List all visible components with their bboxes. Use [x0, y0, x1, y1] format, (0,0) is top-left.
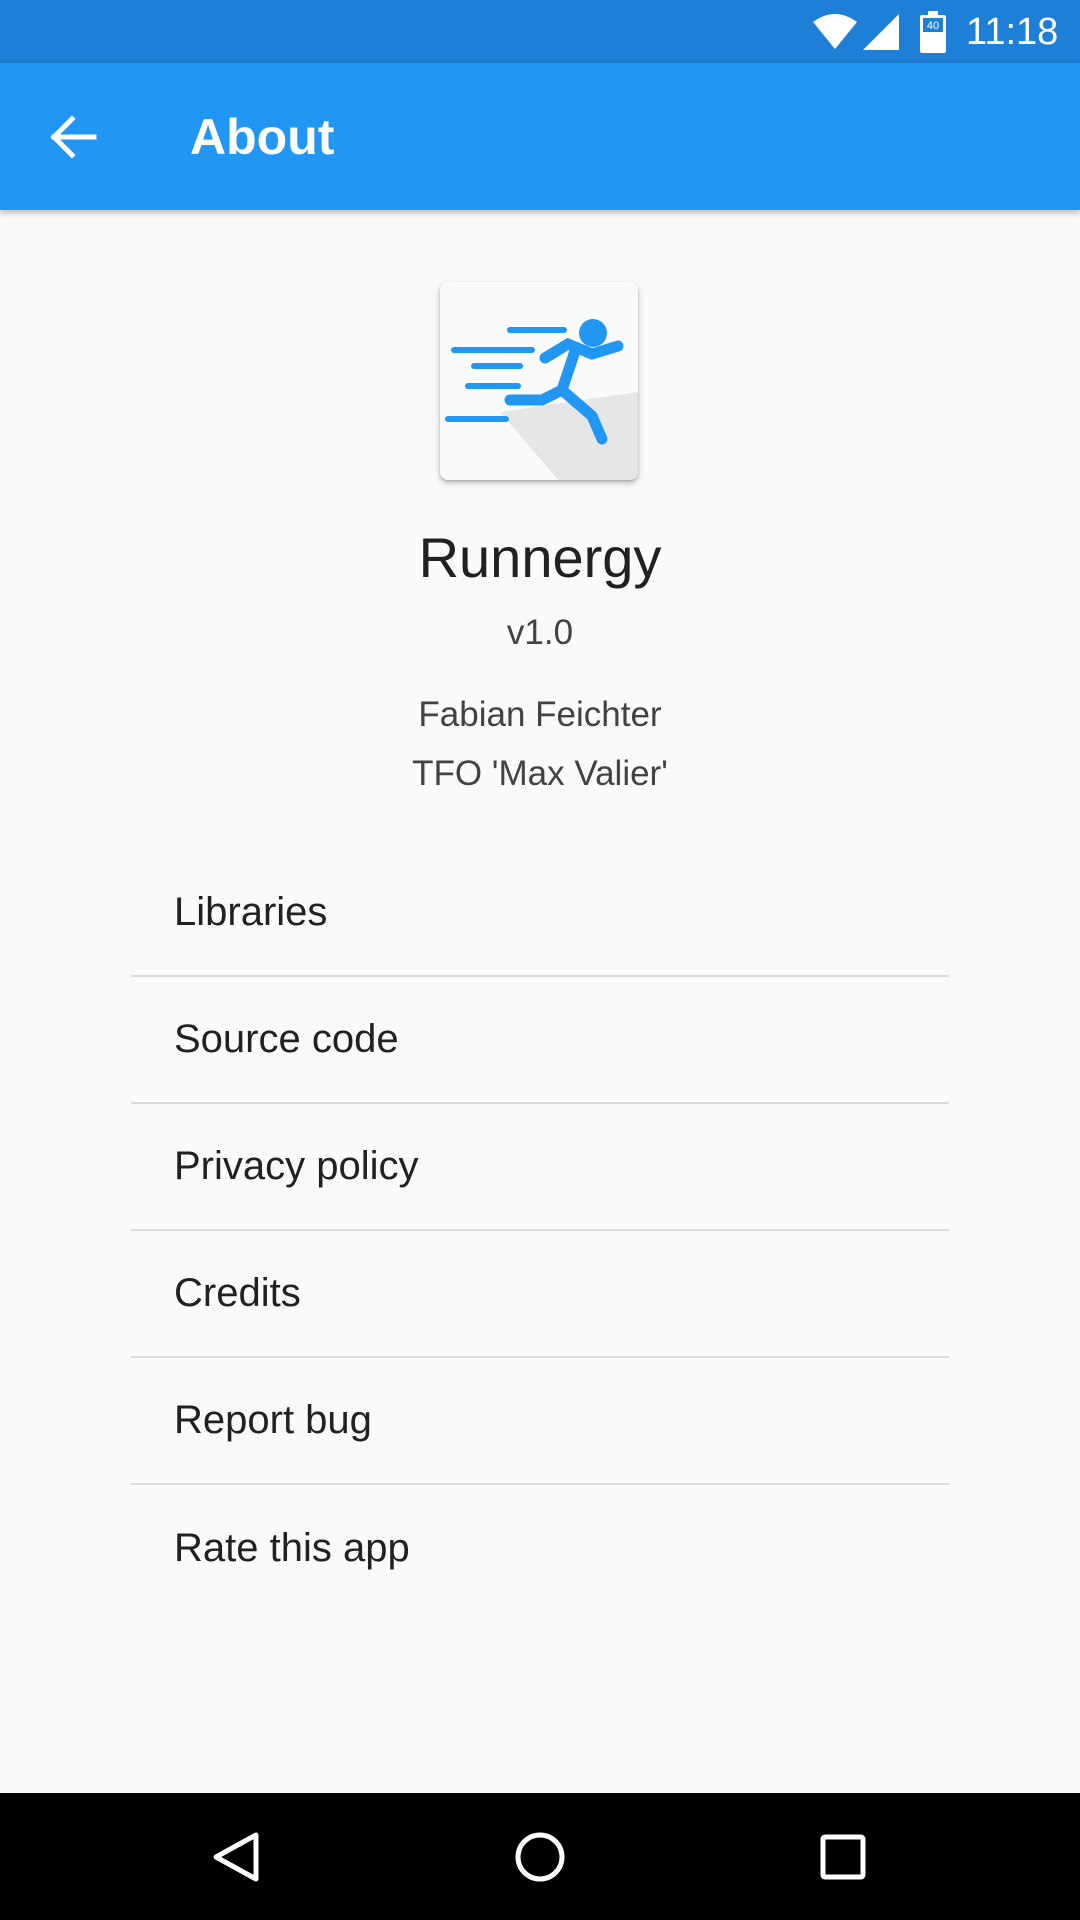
back-button[interactable] — [36, 103, 112, 171]
arrow-back-icon — [50, 115, 97, 159]
organization-name: TFO 'Max Valier' — [412, 754, 668, 793]
app-version: v1.0 — [506, 613, 574, 652]
nav-back-button[interactable] — [196, 1817, 276, 1897]
battery-level: 40 — [927, 20, 939, 32]
cell-signal-icon — [863, 14, 899, 50]
system-nav-bar — [0, 1793, 1080, 1920]
nav-recents-button[interactable] — [803, 1817, 883, 1897]
menu-item-rate-app[interactable]: Rate this app — [131, 1485, 949, 1612]
battery-icon: 40 — [920, 11, 946, 53]
menu-item-report-bug[interactable]: Report bug — [131, 1358, 949, 1485]
app-name: Runnergy — [418, 526, 662, 589]
status-clock: 11:18 — [966, 11, 1059, 53]
about-menu-list: Libraries Source code Privacy policy Cre… — [131, 850, 949, 1612]
nav-home-button[interactable] — [500, 1817, 580, 1897]
status-bar: 40 11:18 — [0, 0, 1080, 63]
menu-item-source-code[interactable]: Source code — [131, 977, 949, 1104]
recents-square-icon — [820, 1834, 866, 1880]
page-title: About — [190, 109, 335, 165]
menu-item-libraries[interactable]: Libraries — [131, 850, 949, 977]
app-icon — [440, 282, 638, 480]
author-name: Fabian Feichter — [418, 695, 662, 734]
running-person-icon — [445, 319, 638, 480]
back-triangle-icon — [213, 1832, 259, 1882]
menu-item-credits[interactable]: Credits — [131, 1231, 949, 1358]
menu-item-privacy-policy[interactable]: Privacy policy — [131, 1104, 949, 1231]
home-circle-icon — [515, 1832, 565, 1882]
wifi-icon — [813, 14, 857, 49]
app-bar: About — [0, 63, 1080, 210]
